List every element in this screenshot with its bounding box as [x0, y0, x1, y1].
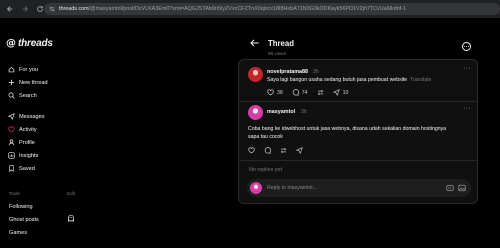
- reply-tools: [446, 184, 466, 192]
- sidebar-item-for-you[interactable]: For you: [8, 66, 38, 73]
- post-time: 3h: [301, 109, 307, 115]
- back-arrow-icon[interactable]: [4, 4, 15, 15]
- url-host: threads.com: [59, 6, 89, 12]
- page-title: Thread: [268, 39, 294, 48]
- like-count: 38: [277, 89, 283, 96]
- sidebar-item-new-thread[interactable]: New thread: [8, 79, 48, 86]
- heart-icon: [8, 126, 15, 133]
- post-actions: 38 74 10: [267, 89, 357, 96]
- view-count: 98 views: [268, 51, 286, 56]
- more-options-icon[interactable]: [462, 42, 471, 51]
- address-bar[interactable]: threads.com/@masyamtol/post/DcVLKA3Em0?x…: [44, 3, 500, 15]
- heart-icon: [248, 147, 255, 154]
- chart-icon: [8, 152, 15, 159]
- url-path: /@masyamtol/post/DcVLKA3Em0?xmt=AQGJSTAb…: [88, 6, 407, 12]
- sidebar-item-profile[interactable]: Profile: [8, 139, 35, 146]
- bookmark-icon: [9, 165, 14, 172]
- plus-icon: [8, 79, 15, 86]
- tool-item-games[interactable]: Games: [9, 230, 27, 236]
- post-item: novelpratama88 3h ··· Saya lagi bangun u…: [239, 60, 477, 102]
- repost-icon: [280, 147, 287, 154]
- sidebar-item-activity[interactable]: Activity: [8, 126, 37, 133]
- threads-logo[interactable]: @ threads: [6, 38, 53, 49]
- browser-toolbar: threads.com/@masyamtol/post/DcVLKA3Em0?x…: [0, 0, 500, 18]
- share-count: 10: [342, 89, 349, 96]
- repost-button[interactable]: [317, 89, 324, 96]
- threads-logo-icon: @: [6, 38, 16, 49]
- back-arrow-icon[interactable]: [250, 39, 259, 47]
- avatar[interactable]: [248, 105, 263, 120]
- tool-item-following[interactable]: Following: [9, 204, 33, 210]
- sidebar: @ threads For you New thread Search Mess…: [0, 18, 90, 248]
- gif-icon[interactable]: [446, 184, 454, 192]
- no-replies-text: No replies yet: [249, 167, 282, 173]
- post-username[interactable]: masyamtol: [267, 109, 295, 115]
- reply-button[interactable]: 74: [292, 89, 308, 96]
- translate-link[interactable]: Translate: [410, 77, 431, 83]
- sidebar-item-insights[interactable]: Insights: [8, 152, 38, 159]
- section-divider: [239, 160, 477, 161]
- edit-tools-link[interactable]: Edit: [67, 191, 75, 196]
- avatar[interactable]: [248, 67, 263, 82]
- share-button[interactable]: 10: [332, 89, 349, 96]
- post-actions: [248, 147, 312, 154]
- forward-arrow-icon[interactable]: [19, 4, 30, 15]
- avatar: [250, 182, 262, 194]
- post-text: Coba bang ke idwebhost untuk jasa webnya…: [248, 126, 447, 140]
- post-item: masyamtol 3h ··· Coba bang ke idwebhost …: [239, 102, 477, 158]
- send-icon: [8, 113, 15, 120]
- post-time: 3h: [313, 69, 319, 75]
- send-icon: [332, 89, 340, 96]
- tools-heading: Tools: [9, 191, 20, 196]
- thread-card: novelpratama88 3h ··· Saya lagi bangun u…: [238, 59, 478, 204]
- ghost-icon: [68, 214, 74, 222]
- share-button[interactable]: [296, 147, 303, 154]
- home-icon: [8, 66, 15, 73]
- tool-item-ghost-posts[interactable]: Ghost posts: [9, 217, 39, 223]
- search-icon: [8, 92, 15, 99]
- like-button[interactable]: [248, 147, 255, 154]
- post-more-icon[interactable]: ···: [463, 105, 471, 112]
- comment-icon: [292, 89, 299, 96]
- sidebar-item-saved[interactable]: Saved: [8, 165, 35, 172]
- reply-count: 74: [301, 89, 308, 96]
- send-icon: [296, 147, 303, 154]
- like-button[interactable]: 38: [267, 89, 283, 96]
- reply-button[interactable]: [264, 147, 271, 154]
- post-more-icon[interactable]: ···: [463, 65, 471, 72]
- post-text: Saya lagi bangun usaha sedang butuh jasa…: [267, 77, 432, 83]
- repost-button[interactable]: [280, 147, 287, 154]
- sidebar-item-search[interactable]: Search: [8, 92, 37, 99]
- image-icon[interactable]: [458, 184, 466, 192]
- site-settings-icon[interactable]: [49, 6, 55, 12]
- reply-input[interactable]: [267, 179, 427, 197]
- comment-icon: [264, 147, 271, 154]
- reply-composer[interactable]: [247, 179, 471, 197]
- post-username[interactable]: novelpratama88: [267, 69, 308, 75]
- sidebar-item-messages[interactable]: Messages: [8, 113, 45, 120]
- heart-icon: [267, 89, 274, 96]
- repost-icon: [317, 89, 323, 96]
- user-icon: [8, 139, 15, 146]
